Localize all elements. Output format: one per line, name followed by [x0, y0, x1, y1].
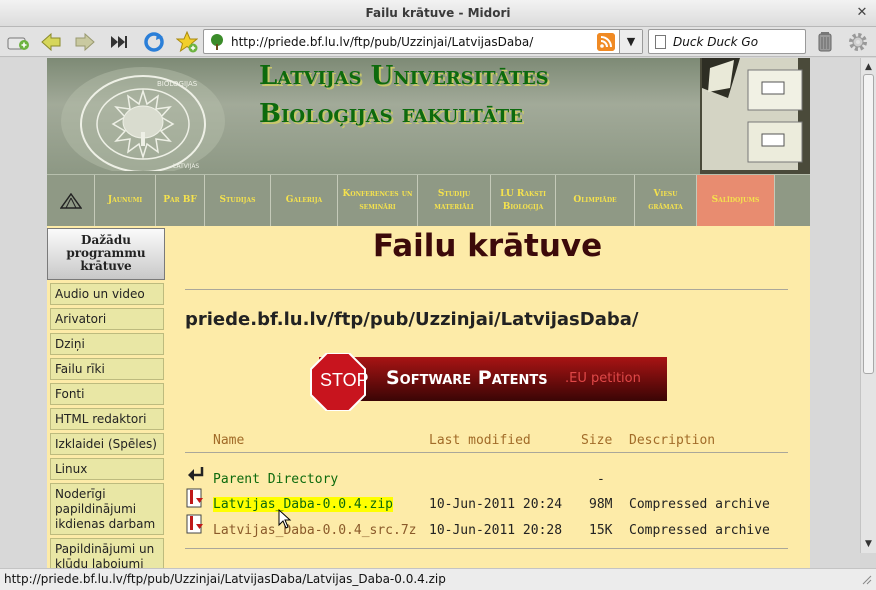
- parent-directory-link[interactable]: Parent Directory: [213, 472, 338, 487]
- sidebar-item-fonti[interactable]: Fonti: [50, 383, 164, 405]
- mouse-cursor-icon: [278, 509, 292, 529]
- fast-forward-icon: [111, 36, 127, 48]
- forward-arrow-icon: [75, 32, 95, 52]
- file-link[interactable]: Latvijas_Daba-0.0.4_src.7z: [213, 523, 417, 538]
- file-size: 15K: [589, 523, 613, 538]
- divider: [185, 289, 788, 290]
- nav-home-logo[interactable]: [47, 175, 95, 226]
- nav-olimpiade[interactable]: Olimpiāde: [556, 175, 635, 226]
- status-text: http://priede.bf.lu.lv/ftp/pub/Uzzinjai/…: [4, 572, 446, 586]
- sidebar-item-noderigi[interactable]: Noderīgi papildinājumi ikdienas darbam: [50, 483, 164, 535]
- seal-text-top: BIOLOĢIJAS: [157, 80, 198, 89]
- column-header-size[interactable]: Size: [581, 433, 612, 448]
- stop-sign-text: STOP: [320, 370, 369, 390]
- search-placeholder: Duck Duck Go: [673, 35, 759, 49]
- column-header-modified[interactable]: Last modified: [429, 433, 531, 448]
- banner-title: Software Patents: [386, 367, 548, 389]
- rss-feed-icon[interactable]: [597, 33, 615, 51]
- trash-button[interactable]: [812, 29, 838, 55]
- column-header-name[interactable]: Name: [213, 433, 244, 448]
- scroll-up-arrow-icon[interactable]: ▲: [861, 60, 876, 74]
- file-size: 98M: [589, 497, 613, 512]
- sidebar-item-failu-riki[interactable]: Failu rīki: [50, 358, 164, 380]
- resize-grip-icon[interactable]: [860, 573, 872, 585]
- site-header: BIOLOĢIJAS LATVIJAS Latvijas Universitāt…: [47, 58, 810, 174]
- sidebar-item-html-redaktori[interactable]: HTML redaktori: [50, 408, 164, 430]
- url-dropdown-button[interactable]: ▼: [619, 30, 642, 53]
- nav-galerija[interactable]: Galerija: [271, 175, 338, 226]
- window-titlebar: Failu krātuve - Midori ✕: [0, 0, 876, 27]
- file-description: Compressed archive: [629, 497, 770, 512]
- faculty-seal-logo: BIOLOĢIJAS LATVIJAS: [61, 67, 225, 171]
- search-field[interactable]: Duck Duck Go: [648, 29, 806, 54]
- compressed-file-icon: [186, 488, 203, 508]
- nav-jaunumi[interactable]: Jaunumi: [95, 175, 156, 226]
- seal-text-bottom: LATVIJAS: [173, 163, 199, 170]
- sidebar-item-dzini[interactable]: Dziņi: [50, 333, 164, 355]
- nav-par-bf[interactable]: Par BF: [156, 175, 205, 226]
- file-link[interactable]: Latvijas_Daba-0.0.4.zip: [213, 497, 394, 512]
- vertical-scrollbar[interactable]: ▲ ▼: [860, 58, 876, 553]
- skip-button[interactable]: [106, 29, 132, 55]
- forward-button[interactable]: [72, 29, 98, 55]
- nav-salidojums[interactable]: Salīdojums: [697, 175, 775, 226]
- listing-divider-bottom: [185, 548, 788, 549]
- file-modified: 10-Jun-2011 20:28: [429, 523, 563, 538]
- back-arrow-icon: [41, 32, 61, 52]
- parent-directory-icon: [188, 467, 204, 481]
- banner-subtitle: .EU petition: [565, 371, 641, 386]
- nav-viesu-gramata[interactable]: Viesu grāmata: [635, 175, 697, 226]
- column-header-description[interactable]: Description: [629, 433, 715, 448]
- file-description: Compressed archive: [629, 523, 770, 538]
- reload-icon: [144, 32, 164, 52]
- parent-directory-size: -: [597, 472, 605, 487]
- listing-divider-top: [185, 452, 788, 453]
- new-tab-button[interactable]: [5, 29, 31, 55]
- page-viewport: BIOLOĢIJAS LATVIJAS Latvijas Universitāt…: [0, 58, 860, 568]
- status-bar: http://priede.bf.lu.lv/ftp/pub/Uzzinjai/…: [0, 568, 876, 590]
- scrollbar-thumb[interactable]: [863, 74, 874, 374]
- search-engine-icon: [655, 35, 666, 49]
- filing-cabinet-image: [700, 58, 810, 174]
- page-title: Failu krātuve: [372, 228, 603, 264]
- site-favicon-tree-icon: [211, 34, 223, 50]
- reload-button[interactable]: [141, 29, 167, 55]
- settings-button[interactable]: [845, 29, 871, 55]
- sidebar-item-arivatori[interactable]: Arivatori: [50, 308, 164, 330]
- trash-icon: [818, 32, 832, 52]
- home-triangle-icon: [59, 192, 82, 209]
- sidebar-item-linux[interactable]: Linux: [50, 458, 164, 480]
- url-text: http://priede.bf.lu.lv/ftp/pub/Uzzinjai/…: [231, 35, 534, 49]
- main-content: Failu krātuve priede.bf.lu.lv/ftp/pub/Uz…: [165, 226, 810, 568]
- window-title: Failu krātuve - Midori: [365, 6, 511, 20]
- bookmark-button[interactable]: [174, 29, 200, 55]
- gear-icon: [849, 33, 867, 51]
- scroll-down-arrow-icon[interactable]: ▼: [861, 537, 876, 551]
- main-navigation: Jaunumi Par BF Studijas Galerija Konfere…: [47, 174, 810, 226]
- sidebar-item-audio[interactable]: Audio un video: [50, 283, 164, 305]
- software-patents-banner[interactable]: STOP Software Patents .EU petition: [309, 353, 667, 411]
- file-modified: 10-Jun-2011 20:24: [429, 497, 563, 512]
- web-page: BIOLOĢIJAS LATVIJAS Latvijas Universitāt…: [47, 58, 810, 568]
- nav-lu-raksti[interactable]: LU Raksti Bioloģija: [491, 175, 556, 226]
- address-bar[interactable]: http://priede.bf.lu.lv/ftp/pub/Uzzinjai/…: [203, 29, 643, 54]
- back-button[interactable]: [38, 29, 64, 55]
- header-title-line2: Bioloģijas fakultāte: [259, 99, 523, 129]
- bookmark-star-icon: [176, 31, 198, 53]
- directory-path: priede.bf.lu.lv/ftp/pub/Uzzinjai/Latvija…: [185, 309, 639, 330]
- sidebar-heading: Dažādu programmu krātuve: [47, 228, 165, 280]
- sidebar-item-papildinajumi[interactable]: Papildinājumi un kļūdu labojumi: [50, 538, 164, 568]
- nav-studiju-materiali[interactable]: Studiju materiāli: [418, 175, 491, 226]
- close-icon[interactable]: ✕: [854, 5, 870, 21]
- nav-konferences[interactable]: Konferences un semināri: [338, 175, 418, 226]
- new-tab-icon: [7, 37, 29, 50]
- compressed-file-icon: [186, 514, 203, 534]
- header-title-line1: Latvijas Universitātes: [259, 61, 549, 91]
- browser-toolbar: http://priede.bf.lu.lv/ftp/pub/Uzzinjai/…: [0, 27, 876, 57]
- nav-studijas[interactable]: Studijas: [205, 175, 271, 226]
- sidebar-item-izklaidei[interactable]: Izklaidei (Spēles): [50, 433, 164, 455]
- sidebar: Dažādu programmu krātuve Audio un video …: [47, 226, 165, 568]
